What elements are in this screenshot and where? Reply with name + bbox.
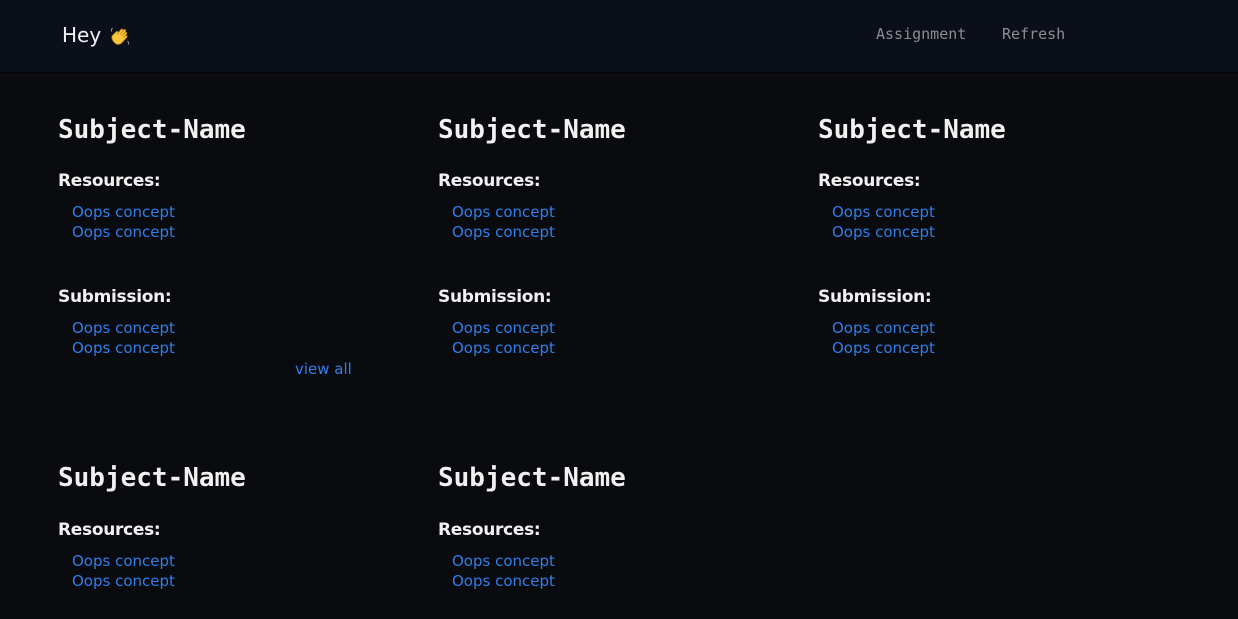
subject-title: Subject-Name [818,115,1006,145]
subject-card: Subject-Name Resources: Oops concept Oop… [818,115,1138,365]
resource-link[interactable]: Oops concept [72,551,175,571]
submission-list: Oops concept Oops concept [452,318,555,358]
resources-heading: Resources: [58,520,161,540]
resources-heading: Resources: [438,171,541,191]
submission-link[interactable]: Oops concept [72,318,175,338]
resources-list: Oops concept Oops concept [452,202,555,242]
submission-link[interactable]: Oops concept [452,338,555,358]
nav-refresh-link[interactable]: Refresh [1002,25,1065,43]
resource-link[interactable]: Oops concept [452,222,555,242]
view-all-link[interactable]: view all [295,360,352,378]
submission-list: Oops concept Oops concept [72,318,175,358]
resources-list: Oops concept Oops concept [832,202,935,242]
subject-title: Subject-Name [438,115,626,145]
greeting-text: Hey [62,23,102,47]
submission-link[interactable]: Oops concept [832,318,935,338]
submission-link[interactable]: Oops concept [452,318,555,338]
resource-link[interactable]: Oops concept [832,222,935,242]
submission-link[interactable]: Oops concept [832,338,935,358]
submission-heading: Submission: [438,287,552,307]
waving-hand-icon [109,25,131,47]
submission-heading: Submission: [58,287,172,307]
subject-card: Subject-Name Resources: Oops concept Oop… [438,115,758,365]
resources-heading: Resources: [818,171,921,191]
resources-list: Oops concept Oops concept [72,551,175,591]
submission-heading: Submission: [818,287,932,307]
brand[interactable]: Hey [62,23,131,47]
resource-link[interactable]: Oops concept [452,551,555,571]
resource-link[interactable]: Oops concept [452,202,555,222]
resources-heading: Resources: [438,520,541,540]
subject-title: Subject-Name [58,115,246,145]
resource-link[interactable]: Oops concept [72,571,175,591]
resource-link[interactable]: Oops concept [72,202,175,222]
resource-link[interactable]: Oops concept [452,571,555,591]
subject-card: Subject-Name Resources: Oops concept Oop… [58,463,378,613]
resource-link[interactable]: Oops concept [72,222,175,242]
resources-list: Oops concept Oops concept [452,551,555,591]
subject-title: Subject-Name [58,463,246,493]
resource-link[interactable]: Oops concept [832,202,935,222]
resources-heading: Resources: [58,171,161,191]
subject-card: Subject-Name Resources: Oops concept Oop… [438,463,758,613]
subject-title: Subject-Name [438,463,626,493]
nav-assignment-link[interactable]: Assignment [876,25,966,43]
navbar: Hey Assignment Refresh [0,0,1238,72]
submission-link[interactable]: Oops concept [72,338,175,358]
resources-list: Oops concept Oops concept [72,202,175,242]
submission-list: Oops concept Oops concept [832,318,935,358]
subject-card: Subject-Name Resources: Oops concept Oop… [58,115,378,385]
